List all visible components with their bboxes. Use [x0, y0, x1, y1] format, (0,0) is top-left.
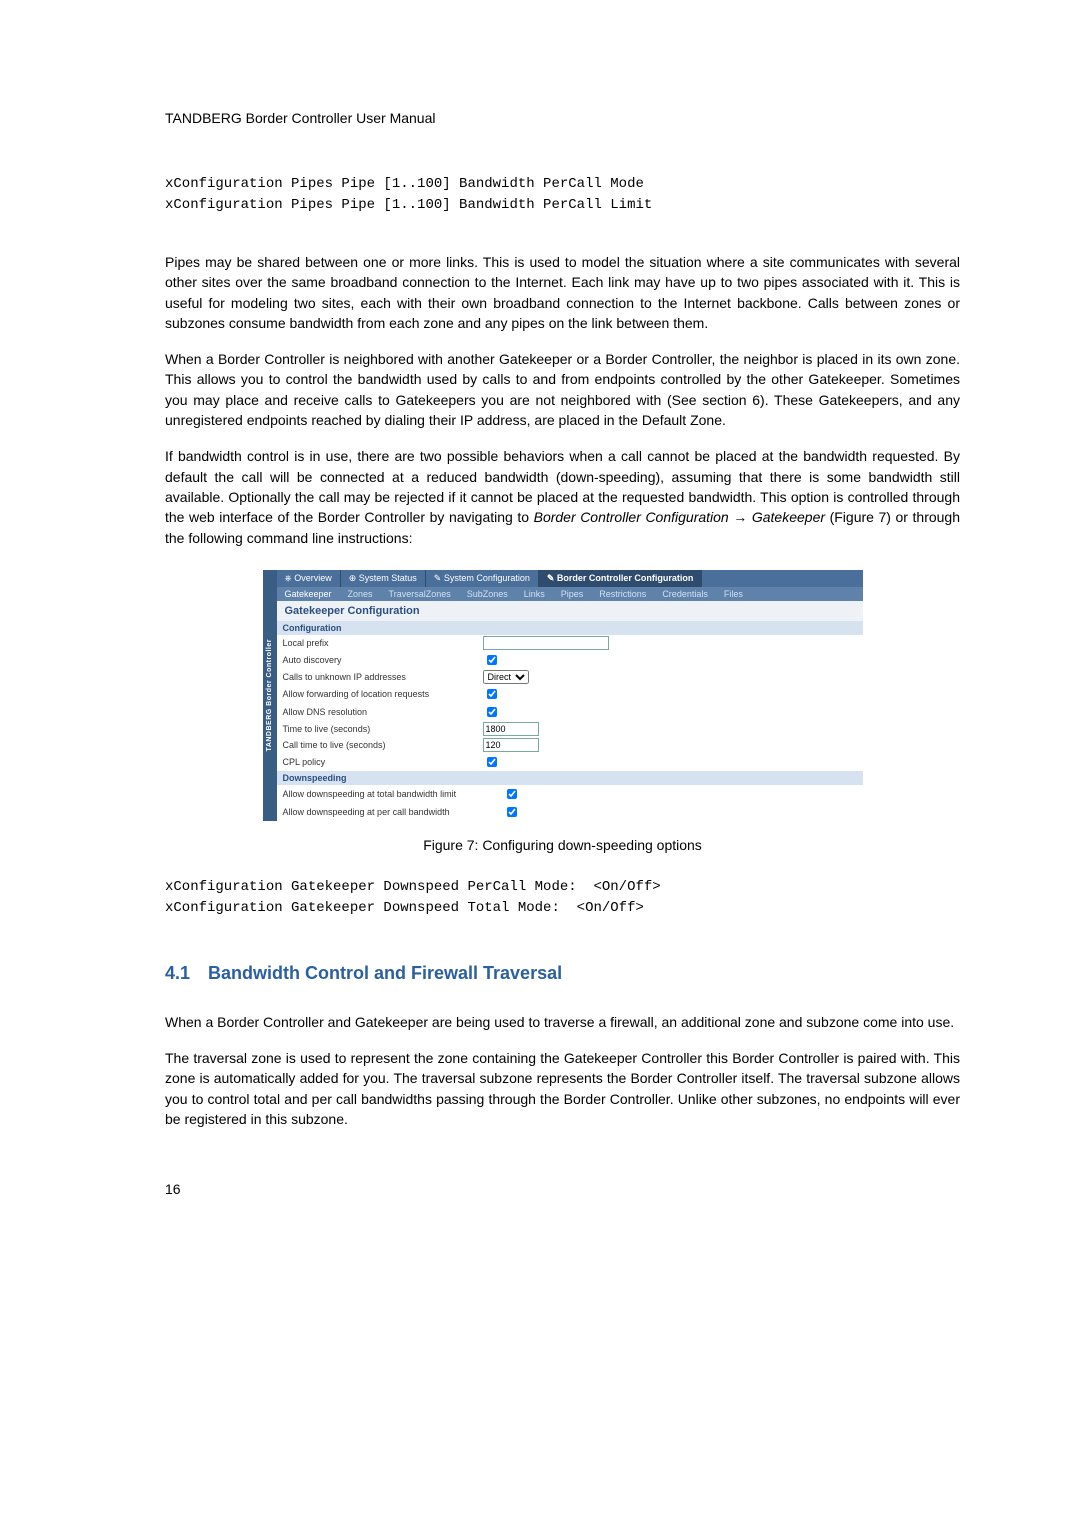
label-call-ttl: Call time to live (seconds): [283, 740, 483, 750]
screenshot-figure: TANDBERG Border Controller ⎈ Overview ⊕ …: [263, 570, 863, 821]
checkbox-auto-discovery[interactable]: [487, 655, 497, 665]
label-allow-dns: Allow DNS resolution: [283, 707, 483, 717]
paragraph: Pipes may be shared between one or more …: [165, 252, 960, 333]
figure-caption: Figure 7: Configuring down-speeding opti…: [165, 837, 960, 853]
label-auto-discovery: Auto discovery: [283, 655, 483, 665]
code-block-2: xConfiguration Gatekeeper Downspeed PerC…: [165, 877, 960, 919]
downspeeding-section-header: Downspeeding: [277, 771, 863, 785]
code-block-1: xConfiguration Pipes Pipe [1..100] Bandw…: [165, 174, 960, 216]
section-number: 4.1: [165, 963, 190, 983]
label-ds-percall: Allow downspeeding at per call bandwidth: [283, 807, 503, 817]
sub-tabs: Gatekeeper Zones TraversalZones SubZones…: [277, 587, 863, 601]
label-calls-unknown: Calls to unknown IP addresses: [283, 672, 483, 682]
tab-border-controller-configuration[interactable]: ✎ Border Controller Configuration: [539, 570, 703, 587]
config-section-header: Configuration: [277, 621, 863, 635]
nav-path: Gatekeeper: [752, 509, 825, 525]
section-heading: 4.1 Bandwidth Control and Firewall Traver…: [165, 963, 960, 984]
section-title-text: Bandwidth Control and Firewall Traversal: [208, 963, 562, 983]
code-line: xConfiguration Pipes Pipe [1..100] Bandw…: [165, 197, 652, 213]
code-line: xConfiguration Pipes Pipe [1..100] Bandw…: [165, 176, 644, 192]
paragraph: If bandwidth control is in use, there ar…: [165, 446, 960, 547]
checkbox-allow-forwarding[interactable]: [487, 689, 497, 699]
sidebar-brand-label: TANDBERG Border Controller: [265, 636, 274, 754]
tab-overview[interactable]: ⎈ Overview: [277, 570, 341, 587]
input-local-prefix[interactable]: [483, 636, 609, 650]
input-ttl[interactable]: [483, 722, 539, 736]
tab-system-configuration[interactable]: ✎ System Configuration: [426, 570, 539, 587]
paragraph: When a Border Controller is neighbored w…: [165, 349, 960, 430]
page-header: TANDBERG Border Controller User Manual: [165, 110, 960, 126]
subtab-files[interactable]: Files: [716, 587, 751, 601]
label-cpl-policy: CPL policy: [283, 757, 483, 767]
checkbox-cpl-policy[interactable]: [487, 757, 497, 767]
subtab-zones[interactable]: Zones: [340, 587, 381, 601]
text: →: [729, 509, 752, 525]
code-line: xConfiguration Gatekeeper Downspeed Tota…: [165, 900, 644, 916]
subtab-pipes[interactable]: Pipes: [553, 587, 592, 601]
subtab-gatekeeper[interactable]: Gatekeeper: [277, 587, 340, 601]
input-call-ttl[interactable]: [483, 738, 539, 752]
checkbox-allow-dns[interactable]: [487, 707, 497, 717]
subtab-traversalzones[interactable]: TraversalZones: [381, 587, 459, 601]
label-allow-forwarding: Allow forwarding of location requests: [283, 689, 483, 699]
label-local-prefix: Local prefix: [283, 638, 483, 648]
label-ttl: Time to live (seconds): [283, 724, 483, 734]
code-line: xConfiguration Gatekeeper Downspeed PerC…: [165, 879, 661, 895]
checkbox-ds-percall[interactable]: [507, 807, 517, 817]
page-number: 16: [165, 1181, 960, 1197]
subtab-links[interactable]: Links: [516, 587, 553, 601]
top-tabs: ⎈ Overview ⊕ System Status ✎ System Conf…: [277, 570, 863, 587]
tab-system-status[interactable]: ⊕ System Status: [341, 570, 426, 587]
paragraph: When a Border Controller and Gatekeeper …: [165, 1012, 960, 1032]
paragraph: The traversal zone is used to represent …: [165, 1048, 960, 1129]
label-ds-total: Allow downspeeding at total bandwidth li…: [283, 789, 503, 799]
subtab-credentials[interactable]: Credentials: [654, 587, 716, 601]
subtab-subzones[interactable]: SubZones: [459, 587, 516, 601]
checkbox-ds-total[interactable]: [507, 789, 517, 799]
nav-path: Border Controller Configuration: [534, 509, 729, 525]
page-title: Gatekeeper Configuration: [277, 601, 863, 621]
select-calls-unknown[interactable]: Direct: [483, 670, 529, 684]
subtab-restrictions[interactable]: Restrictions: [591, 587, 654, 601]
